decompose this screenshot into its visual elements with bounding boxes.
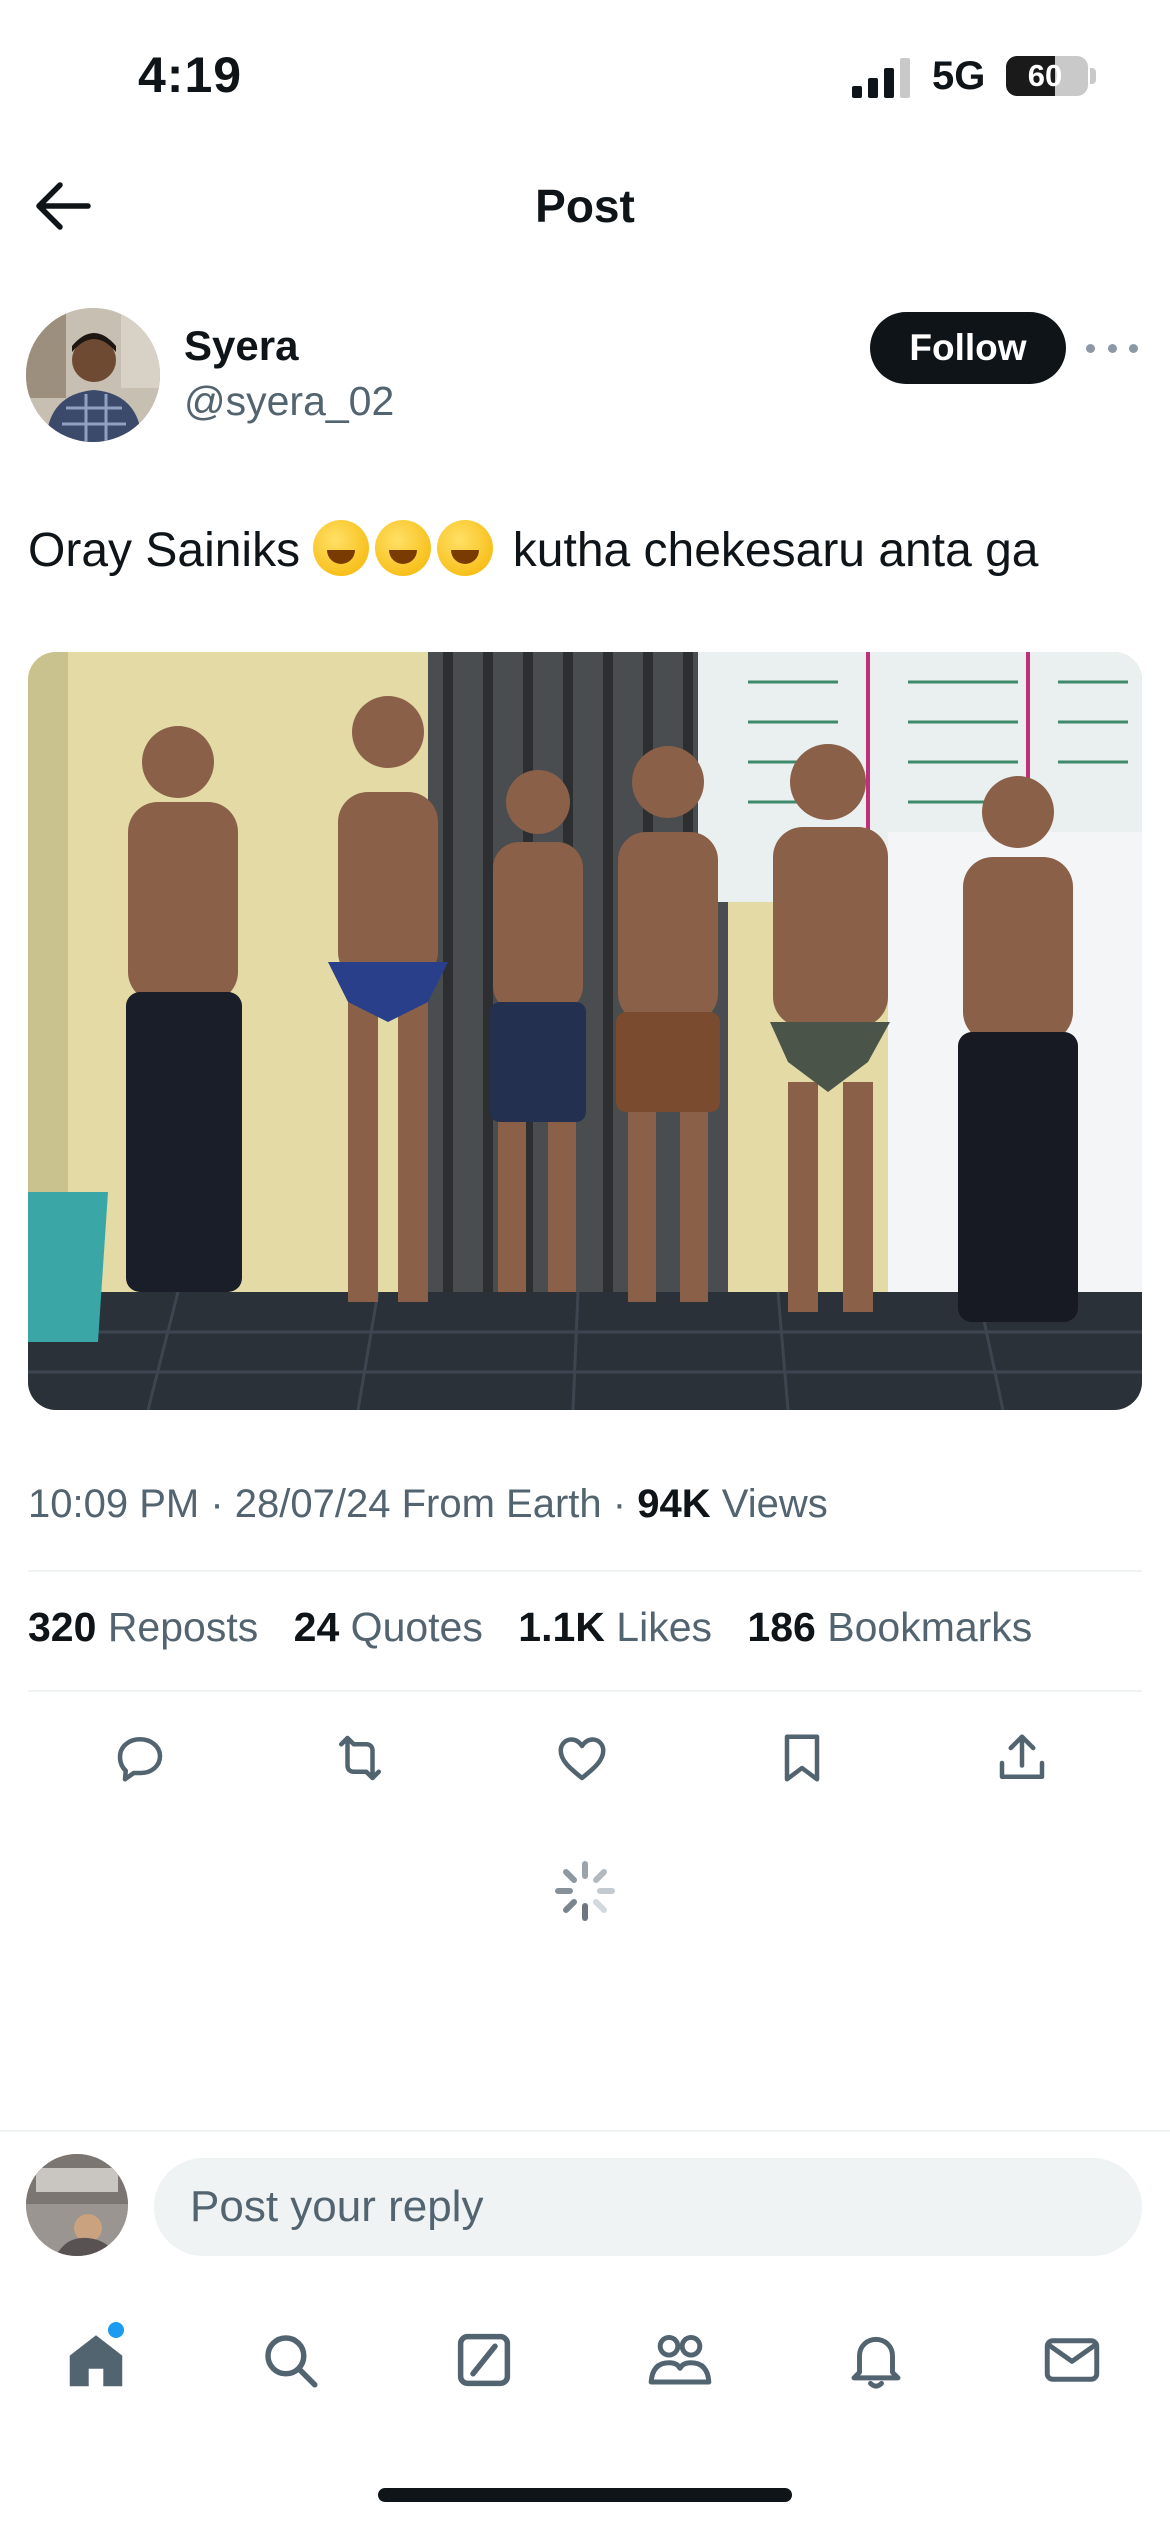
stat-label: Likes [616, 1604, 713, 1650]
stat-label: Reposts [107, 1604, 259, 1650]
tweet-source: From Earth [401, 1482, 602, 1526]
author-avatar[interactable] [26, 308, 160, 442]
more-options-button[interactable] [1086, 330, 1138, 366]
reply-icon [117, 1737, 163, 1782]
more-dot [1107, 343, 1117, 353]
stat-reposts[interactable]: 320 Reposts [28, 1604, 258, 1650]
stat-count: 320 [28, 1604, 97, 1650]
tweet-time: 10:09 PM [28, 1482, 200, 1526]
battery-cap [1090, 68, 1096, 84]
emoji-group [313, 520, 499, 577]
author-handle[interactable]: @syera_02 [184, 378, 394, 425]
more-dot [1129, 343, 1138, 353]
stat-count: 186 [747, 1604, 816, 1650]
home-unread-dot [108, 2322, 124, 2338]
divider [28, 1570, 1142, 1572]
stat-count: 1.1K [518, 1604, 605, 1650]
loading-spinner-icon [555, 1861, 615, 1921]
stat-label: Bookmarks [827, 1604, 1033, 1650]
tab-search[interactable] [240, 2310, 340, 2410]
views-label: Views [721, 1482, 828, 1526]
user-avatar-image [26, 2154, 128, 2256]
stat-count: 24 [293, 1604, 340, 1650]
communities-icon [648, 2334, 712, 2385]
rolling-on-the-floor-laughing-emoji-icon [437, 520, 494, 576]
author-avatar-image [26, 308, 160, 442]
grok-icon [457, 2333, 511, 2387]
tab-notifications[interactable] [826, 2310, 926, 2410]
back-button[interactable] [28, 176, 98, 236]
tweet-text-after: kutha chekesaru anta ga [512, 524, 1039, 577]
share-icon [999, 1734, 1045, 1779]
stat-quotes[interactable]: 24 Quotes [294, 1604, 483, 1650]
stat-likes[interactable]: 1.1K Likes [518, 1604, 712, 1650]
user-avatar[interactable] [26, 2154, 128, 2256]
tweet-text-before: Oray Sainiks [28, 524, 301, 577]
repost-button[interactable] [320, 1718, 400, 1798]
views-count: 94K [637, 1482, 711, 1526]
home-indicator [378, 2488, 792, 2502]
share-button[interactable] [982, 1718, 1062, 1798]
stat-label: Quotes [350, 1604, 483, 1650]
messages-icon [1044, 2338, 1100, 2382]
stat-bookmarks[interactable]: 186 Bookmarks [747, 1604, 1032, 1650]
page-title: Post [535, 180, 635, 232]
tweet-meta: 10:09 PM · 28/07/24 From Earth · 94K Vie… [28, 1482, 828, 1527]
more-dot [1086, 343, 1095, 353]
like-button[interactable] [542, 1718, 622, 1798]
bookmark-icon [784, 1734, 820, 1782]
tab-communities[interactable] [630, 2310, 730, 2410]
cellular-signal-icon [852, 58, 910, 98]
meta-separator: · [210, 1482, 235, 1526]
tab-messages[interactable] [1022, 2310, 1122, 2410]
rolling-on-the-floor-laughing-emoji-icon [375, 520, 432, 576]
tab-home[interactable] [46, 2310, 146, 2410]
network-type: 5G [932, 54, 986, 98]
bookmark-button[interactable] [762, 1718, 842, 1798]
tab-grok[interactable] [434, 2310, 534, 2410]
reply-button[interactable] [100, 1718, 180, 1798]
divider [28, 1690, 1142, 1692]
repost-icon [339, 1735, 381, 1781]
tweet-text: Oray Sainiks kutha chekesaru anta ga [28, 520, 1038, 581]
arrow-left-icon [36, 182, 91, 230]
like-icon [558, 1737, 606, 1781]
engagement-stats: 320 Reposts 24 Quotes 1.1K Likes 186 Boo… [28, 1604, 1056, 1651]
battery-icon: 60 [1006, 56, 1088, 96]
action-bar [28, 1718, 1142, 1798]
tweet-date: 28/07/24 [234, 1482, 391, 1526]
bottom-tab-bar [0, 2310, 1170, 2420]
author-name[interactable]: Syera [184, 322, 298, 370]
meta-separator: · [612, 1482, 638, 1526]
follow-button[interactable]: Follow [870, 312, 1066, 384]
reply-input[interactable] [154, 2158, 1142, 2256]
tweet-photo-image [28, 652, 1142, 1410]
tweet-photo[interactable] [28, 652, 1142, 1410]
notifications-icon [851, 2336, 901, 2389]
status-time: 4:19 [138, 47, 243, 103]
status-bar: 4:19 5G 60 [0, 0, 1170, 150]
reply-divider [0, 2130, 1170, 2132]
rolling-on-the-floor-laughing-emoji-icon [313, 520, 370, 576]
battery-level: 60 [1027, 58, 1063, 93]
search-icon [265, 2335, 318, 2388]
